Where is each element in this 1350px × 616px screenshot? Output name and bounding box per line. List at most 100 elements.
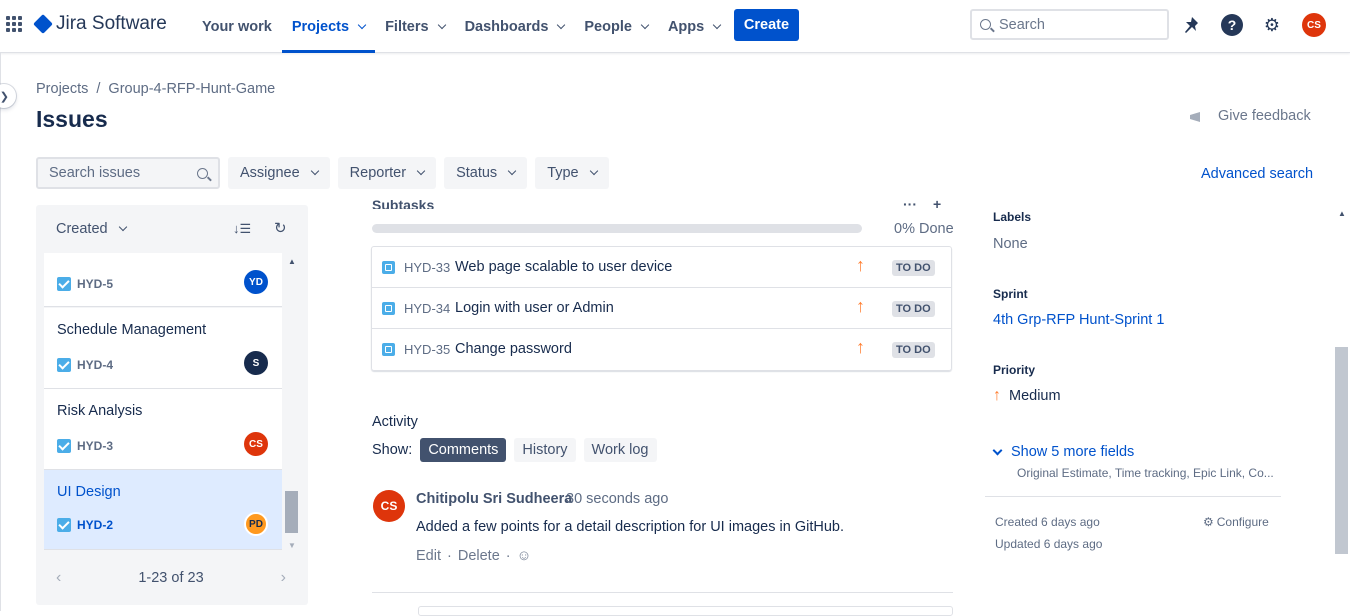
tab-work-log[interactable]: Work log	[583, 438, 657, 462]
sort-order-icon[interactable]: ↓☰	[233, 221, 251, 237]
subtask-summary[interactable]: Web page scalable to user device	[455, 259, 672, 275]
status-badge[interactable]: TO DO	[892, 260, 935, 276]
page-title: Issues	[36, 106, 108, 132]
sprint-value[interactable]: 4th Grp-RFP Hunt-Sprint 1	[993, 312, 1164, 328]
refresh-icon[interactable]: ↻	[274, 219, 287, 237]
priority-medium-icon: ↑	[993, 387, 1001, 404]
search-icon	[980, 19, 991, 30]
priority-medium-icon: ↑	[856, 255, 865, 275]
comment-author-avatar[interactable]: CS	[373, 490, 405, 522]
subtask-key[interactable]: HYD-34	[404, 301, 450, 316]
next-page-icon[interactable]: ›	[281, 569, 286, 587]
details-scrollbar[interactable]: ▲	[1334, 205, 1350, 611]
list-item[interactable]: Risk Analysis HYD-3 CS	[44, 389, 282, 470]
status-badge[interactable]: TO DO	[892, 342, 935, 358]
app-switcher-icon[interactable]	[6, 16, 22, 32]
subtask-progress-text: 0% Done	[894, 221, 954, 237]
configure-button[interactable]: ⚙ Configure	[1203, 515, 1269, 529]
add-subtask-icon[interactable]: +	[933, 196, 941, 212]
priority-field[interactable]: ↑ Medium	[993, 387, 1061, 405]
add-comment-box[interactable]	[418, 606, 953, 616]
pagination: ‹ 1-23 of 23 ›	[56, 569, 286, 587]
scrollbar-thumb[interactable]	[285, 491, 298, 533]
edit-comment-link[interactable]: Edit	[416, 548, 441, 564]
add-reaction-icon[interactable]: ☺	[517, 548, 532, 564]
subtask-row[interactable]: HYD-34 Login with user or Admin ↑ TO DO	[372, 288, 951, 329]
labels-value[interactable]: None	[993, 236, 1028, 252]
list-item[interactable]: Schedule Management HYD-4 S	[44, 308, 282, 389]
delete-comment-link[interactable]: Delete	[458, 548, 500, 564]
nav-people[interactable]: People	[574, 0, 658, 53]
search-placeholder: Search	[999, 16, 1045, 33]
subtask-key[interactable]: HYD-33	[404, 260, 450, 275]
nav-label: Filters	[385, 18, 429, 35]
filter-label: Type	[547, 165, 579, 181]
configure-label: Configure	[1216, 515, 1269, 529]
previous-page-icon[interactable]: ‹	[56, 569, 61, 587]
subtask-row[interactable]: HYD-33 Web page scalable to user device …	[372, 247, 951, 288]
nav-filters[interactable]: Filters	[375, 0, 455, 53]
more-actions-icon[interactable]: ···	[903, 196, 917, 212]
expand-sidebar-button[interactable]: ❯	[0, 84, 16, 108]
subtask-type-icon	[382, 343, 395, 356]
issue-key-text: HYD-2	[77, 518, 114, 532]
breadcrumb-project[interactable]: Group-4-RFP-Hunt-Game	[108, 81, 275, 97]
subtask-row[interactable]: HYD-35 Change password ↑ TO DO	[372, 329, 951, 370]
filter-label: Reporter	[349, 165, 407, 181]
chevron-down-icon	[712, 20, 722, 29]
nav-apps[interactable]: Apps	[658, 0, 730, 53]
activity-heading: Activity	[372, 414, 418, 430]
show-label: Show:	[372, 442, 413, 458]
issue-search-input[interactable]: Search issues	[36, 157, 220, 189]
tab-comments[interactable]: Comments	[420, 438, 507, 462]
nav-your-work[interactable]: Your work	[192, 0, 282, 53]
scroll-up-icon[interactable]: ▲	[288, 257, 296, 266]
assignee-avatar: CS	[244, 432, 268, 456]
subtask-summary[interactable]: Change password	[455, 341, 572, 357]
updated-date: Updated 6 days ago	[995, 537, 1103, 551]
scroll-up-icon[interactable]: ▲	[1338, 209, 1346, 218]
pagination-text: 1-23 of 23	[138, 570, 204, 586]
sort-dropdown[interactable]: Created	[56, 221, 127, 237]
give-feedback-button[interactable]: Give feedback	[1188, 108, 1311, 124]
sprint-label: Sprint	[993, 287, 1028, 301]
global-search-input[interactable]: Search	[970, 9, 1169, 40]
nav-label: People	[584, 18, 632, 35]
subtask-type-icon	[382, 302, 395, 315]
status-filter-button[interactable]: Status	[444, 157, 528, 189]
create-button[interactable]: Create	[734, 9, 799, 41]
show-more-fields-button[interactable]: Show 5 more fields	[992, 444, 1134, 460]
list-item-selected[interactable]: UI Design HYD-2 PD	[44, 470, 282, 550]
assignee-filter-button[interactable]: Assignee	[228, 157, 330, 189]
notifications-icon[interactable]	[1181, 14, 1203, 36]
help-icon[interactable]: ?	[1221, 14, 1243, 36]
user-avatar[interactable]: CS	[1302, 13, 1326, 37]
labels-label: Labels	[993, 210, 1032, 224]
nav-dashboards[interactable]: Dashboards	[455, 0, 575, 53]
reporter-filter-button[interactable]: Reporter	[337, 157, 437, 189]
search-icon	[197, 167, 208, 179]
chevron-down-icon	[357, 20, 367, 29]
status-badge[interactable]: TO DO	[892, 301, 935, 317]
breadcrumb-projects[interactable]: Projects	[36, 81, 88, 97]
scrollbar-thumb[interactable]	[1335, 347, 1348, 554]
details-divider	[985, 496, 1281, 497]
nav-label: Projects	[291, 18, 350, 35]
subtask-key[interactable]: HYD-35	[404, 342, 450, 357]
assignee-avatar: PD	[244, 512, 268, 536]
jira-logo[interactable]: Jira Software	[33, 13, 167, 35]
nav-projects[interactable]: Projects	[281, 0, 376, 53]
sidebar-edge	[0, 53, 1, 611]
settings-gear-icon[interactable]: ⚙	[1261, 14, 1283, 36]
priority-medium-icon: ↑	[856, 337, 865, 357]
separator-dot: ·	[447, 548, 452, 564]
comment-author[interactable]: Chitipolu Sri Sudheera	[416, 491, 572, 507]
advanced-search-link[interactable]: Advanced search	[1201, 166, 1313, 182]
type-filter-button[interactable]: Type	[535, 157, 609, 189]
scroll-down-icon[interactable]: ▼	[288, 541, 296, 550]
task-checkbox-icon	[57, 439, 71, 453]
issue-list-scrollbar[interactable]: ▲ ▼	[285, 253, 299, 550]
list-item[interactable]: HYD-5 YD	[44, 253, 282, 307]
subtask-summary[interactable]: Login with user or Admin	[455, 300, 614, 316]
tab-history[interactable]: History	[514, 438, 576, 462]
